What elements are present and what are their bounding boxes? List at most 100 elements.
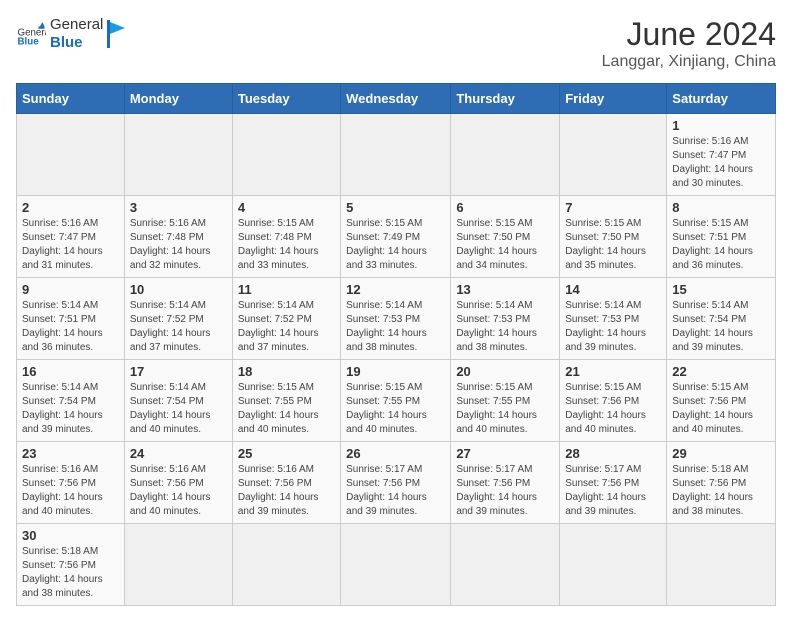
calendar-cell: 2 Sunrise: 5:16 AM Sunset: 7:47 PM Daylig… — [17, 196, 125, 278]
day-number: 16 — [22, 364, 119, 379]
calendar-cell: 18 Sunrise: 5:15 AM Sunset: 7:55 PM Dayli… — [232, 360, 340, 442]
weekday-header-sunday: Sunday — [17, 84, 125, 114]
weekday-header-wednesday: Wednesday — [341, 84, 451, 114]
day-info: Sunrise: 5:16 AM Sunset: 7:47 PM Dayligh… — [672, 135, 770, 191]
calendar-cell: 20 Sunrise: 5:15 AM Sunset: 7:55 PM Dayli… — [451, 360, 560, 442]
header: General Blue General Blue June 2024 Lang… — [16, 16, 776, 71]
day-number: 23 — [22, 446, 119, 461]
day-info: Sunrise: 5:14 AM Sunset: 7:53 PM Dayligh… — [346, 299, 445, 355]
day-info: Sunrise: 5:15 AM Sunset: 7:55 PM Dayligh… — [456, 381, 554, 437]
calendar-cell: 16Sunrise: 5:14 AM Sunset: 7:54 PM Dayli… — [17, 360, 125, 442]
day-info: Sunrise: 5:14 AM Sunset: 7:53 PM Dayligh… — [565, 299, 661, 355]
calendar-cell — [232, 114, 340, 196]
day-number: 2 — [22, 200, 119, 215]
day-info: Sunrise: 5:15 AM Sunset: 7:49 PM Dayligh… — [346, 217, 445, 273]
calendar-cell: 29 Sunrise: 5:18 AM Sunset: 7:56 PM Dayli… — [667, 442, 776, 524]
calendar-cell — [124, 524, 232, 606]
day-info: Sunrise: 5:16 AM Sunset: 7:56 PM Dayligh… — [238, 463, 335, 519]
day-number: 17 — [130, 364, 227, 379]
calendar-cell — [341, 114, 451, 196]
calendar-cell: 28Sunrise: 5:17 AM Sunset: 7:56 PM Dayli… — [560, 442, 667, 524]
day-info: Sunrise: 5:14 AM Sunset: 7:53 PM Dayligh… — [456, 299, 554, 355]
day-info: Sunrise: 5:16 AM Sunset: 7:56 PM Dayligh… — [130, 463, 227, 519]
day-info: Sunrise: 5:15 AM Sunset: 7:50 PM Dayligh… — [565, 217, 661, 273]
day-info: Sunrise: 5:16 AM Sunset: 7:56 PM Dayligh… — [22, 463, 119, 519]
day-info: Sunrise: 5:14 AM Sunset: 7:51 PM Dayligh… — [22, 299, 119, 355]
day-info: Sunrise: 5:14 AM Sunset: 7:54 PM Dayligh… — [130, 381, 227, 437]
calendar-week-row: 9 Sunrise: 5:14 AM Sunset: 7:51 PM Daylig… — [17, 278, 776, 360]
month-title: June 2024 — [602, 16, 776, 53]
calendar-cell: 11Sunrise: 5:14 AM Sunset: 7:52 PM Dayli… — [232, 278, 340, 360]
calendar-table: SundayMondayTuesdayWednesdayThursdayFrid… — [16, 83, 776, 606]
calendar-cell — [560, 524, 667, 606]
calendar-cell — [667, 524, 776, 606]
location-title: Langgar, Xinjiang, China — [602, 53, 776, 71]
day-number: 3 — [130, 200, 227, 215]
calendar-week-row: 16 Sunrise: 5:14 AM Sunset: 7:54 PM Dayli… — [17, 360, 776, 442]
calendar-cell: 3 Sunrise: 5:16 AM Sunset: 7:48 PM Daylig… — [124, 196, 232, 278]
weekday-header-thursday: Thursday — [451, 84, 560, 114]
day-number: 29 — [672, 446, 770, 461]
calendar-cell — [124, 114, 232, 196]
calendar-cell: 17 Sunrise: 5:14 AM Sunset: 7:54 PM Dayli… — [124, 360, 232, 442]
calendar-cell: 21Sunrise: 5:15 AM Sunset: 7:56 PM Dayli… — [560, 360, 667, 442]
day-number: 18 — [238, 364, 335, 379]
calendar-cell: 5 Sunrise: 5:15 AM Sunset: 7:49 PM Daylig… — [341, 196, 451, 278]
day-number: 22 — [672, 364, 770, 379]
day-number: 21 — [565, 364, 661, 379]
day-number: 9 — [22, 282, 119, 297]
calendar-cell: 9 Sunrise: 5:14 AM Sunset: 7:51 PM Daylig… — [17, 278, 125, 360]
day-number: 13 — [456, 282, 554, 297]
logo-blue-text: Blue — [50, 34, 103, 52]
day-info: Sunrise: 5:15 AM Sunset: 7:51 PM Dayligh… — [672, 217, 770, 273]
calendar-week-row: 2 Sunrise: 5:16 AM Sunset: 7:47 PM Daylig… — [17, 196, 776, 278]
logo-icon: General Blue — [16, 19, 46, 49]
weekday-header-tuesday: Tuesday — [232, 84, 340, 114]
title-area: June 2024 Langgar, Xinjiang, China — [602, 16, 776, 71]
calendar-cell: 14 Sunrise: 5:14 AM Sunset: 7:53 PM Dayli… — [560, 278, 667, 360]
calendar-cell: 19Sunrise: 5:15 AM Sunset: 7:55 PM Dayli… — [341, 360, 451, 442]
weekday-header-row: SundayMondayTuesdayWednesdayThursdayFrid… — [17, 84, 776, 114]
calendar-cell: 13 Sunrise: 5:14 AM Sunset: 7:53 PM Dayli… — [451, 278, 560, 360]
day-number: 10 — [130, 282, 227, 297]
logo: General Blue General Blue — [16, 16, 127, 52]
day-number: 5 — [346, 200, 445, 215]
day-info: Sunrise: 5:17 AM Sunset: 7:56 PM Dayligh… — [346, 463, 445, 519]
day-number: 1 — [672, 118, 770, 133]
day-info: Sunrise: 5:18 AM Sunset: 7:56 PM Dayligh… — [22, 545, 119, 601]
weekday-header-friday: Friday — [560, 84, 667, 114]
calendar-cell: 15Sunrise: 5:14 AM Sunset: 7:54 PM Dayli… — [667, 278, 776, 360]
day-info: Sunrise: 5:14 AM Sunset: 7:54 PM Dayligh… — [672, 299, 770, 355]
day-info: Sunrise: 5:17 AM Sunset: 7:56 PM Dayligh… — [456, 463, 554, 519]
day-number: 14 — [565, 282, 661, 297]
calendar-cell: 23 Sunrise: 5:16 AM Sunset: 7:56 PM Dayli… — [17, 442, 125, 524]
calendar-cell: 25Sunrise: 5:16 AM Sunset: 7:56 PM Dayli… — [232, 442, 340, 524]
day-info: Sunrise: 5:15 AM Sunset: 7:48 PM Dayligh… — [238, 217, 335, 273]
calendar-cell — [232, 524, 340, 606]
day-number: 27 — [456, 446, 554, 461]
calendar-cell — [451, 114, 560, 196]
day-number: 12 — [346, 282, 445, 297]
calendar-cell: 4 Sunrise: 5:15 AM Sunset: 7:48 PM Daylig… — [232, 196, 340, 278]
day-info: Sunrise: 5:16 AM Sunset: 7:47 PM Dayligh… — [22, 217, 119, 273]
calendar-week-row: 23 Sunrise: 5:16 AM Sunset: 7:56 PM Dayli… — [17, 442, 776, 524]
day-info: Sunrise: 5:14 AM Sunset: 7:52 PM Dayligh… — [130, 299, 227, 355]
calendar-week-row: 30Sunrise: 5:18 AM Sunset: 7:56 PM Dayli… — [17, 524, 776, 606]
calendar-cell: 24Sunrise: 5:16 AM Sunset: 7:56 PM Dayli… — [124, 442, 232, 524]
day-number: 20 — [456, 364, 554, 379]
day-info: Sunrise: 5:18 AM Sunset: 7:56 PM Dayligh… — [672, 463, 770, 519]
calendar-cell: 10 Sunrise: 5:14 AM Sunset: 7:52 PM Dayli… — [124, 278, 232, 360]
calendar-cell: 1 Sunrise: 5:16 AM Sunset: 7:47 PM Daylig… — [667, 114, 776, 196]
calendar-cell — [560, 114, 667, 196]
calendar-cell: 26Sunrise: 5:17 AM Sunset: 7:56 PM Dayli… — [341, 442, 451, 524]
calendar-cell — [17, 114, 125, 196]
calendar-cell: 7Sunrise: 5:15 AM Sunset: 7:50 PM Daylig… — [560, 196, 667, 278]
day-info: Sunrise: 5:16 AM Sunset: 7:48 PM Dayligh… — [130, 217, 227, 273]
day-number: 4 — [238, 200, 335, 215]
day-info: Sunrise: 5:15 AM Sunset: 7:55 PM Dayligh… — [238, 381, 335, 437]
calendar-week-row: 1 Sunrise: 5:16 AM Sunset: 7:47 PM Daylig… — [17, 114, 776, 196]
svg-text:Blue: Blue — [18, 37, 40, 48]
day-info: Sunrise: 5:15 AM Sunset: 7:56 PM Dayligh… — [672, 381, 770, 437]
calendar-cell: 27 Sunrise: 5:17 AM Sunset: 7:56 PM Dayli… — [451, 442, 560, 524]
calendar-cell: 12 Sunrise: 5:14 AM Sunset: 7:53 PM Dayli… — [341, 278, 451, 360]
